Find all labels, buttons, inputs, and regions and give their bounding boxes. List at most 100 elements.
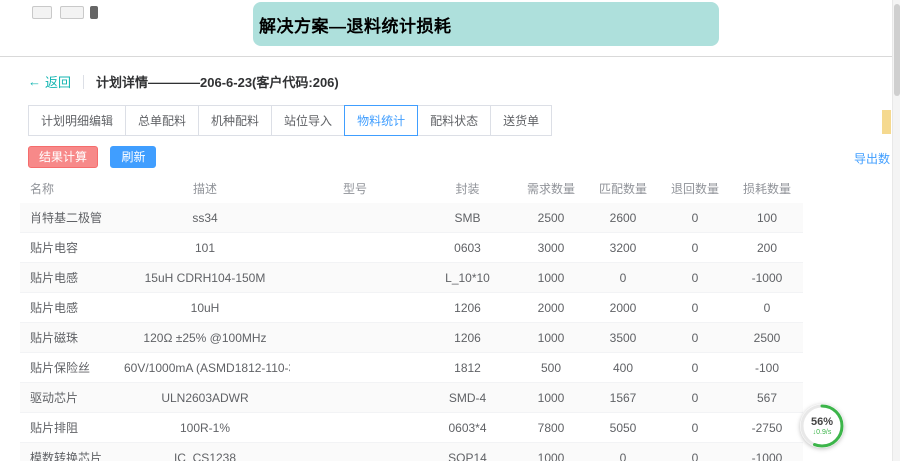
table-cell: L_10*10 — [420, 263, 515, 293]
export-link[interactable]: 导出数 — [854, 150, 890, 167]
table-cell: 1000 — [515, 443, 587, 461]
table-row[interactable]: 贴片电感15uH CDRH104-150ML_10*10100000-1000 — [20, 263, 803, 293]
title-banner: 解决方案—退料统计损耗 — [253, 2, 719, 46]
table-cell: 0 — [659, 203, 731, 233]
table-cell: 0 — [731, 293, 803, 323]
back-arrow-icon: ← — [28, 74, 41, 89]
scrollbar-thumb[interactable] — [894, 4, 900, 96]
table-cell: -1000 — [731, 263, 803, 293]
table-cell: 0 — [587, 443, 659, 461]
tab-计划明细编辑[interactable]: 计划明细编辑 — [28, 105, 126, 136]
table-cell: 0603 — [420, 233, 515, 263]
table-cell: 0603*4 — [420, 413, 515, 443]
side-marker — [882, 110, 891, 134]
table-row[interactable]: 模数转换芯片IC_CS1238SOP14100000-1000 — [20, 443, 803, 461]
table-cell: 3000 — [515, 233, 587, 263]
table-cell: ss34 — [120, 203, 290, 233]
table-cell: 0 — [659, 443, 731, 461]
table-cell: 400 — [587, 353, 659, 383]
table-row[interactable]: 贴片电容1010603300032000200 — [20, 233, 803, 263]
table-cell: 1567 — [587, 383, 659, 413]
tabs: 计划明细编辑总单配料机种配料站位导入物料统计配料状态送货单 — [28, 105, 900, 136]
table-cell: 0 — [659, 233, 731, 263]
table-cell: 0 — [659, 323, 731, 353]
tab-配料状态[interactable]: 配料状态 — [417, 105, 491, 136]
back-button[interactable]: ← 返回 — [28, 72, 71, 91]
table-cell: 1000 — [515, 383, 587, 413]
table-cell: 5050 — [587, 413, 659, 443]
window-fragment — [32, 6, 52, 19]
table-cell: 驱动芯片 — [20, 383, 120, 413]
table-cell: 贴片电感 — [20, 263, 120, 293]
tab-物料统计[interactable]: 物料统计 — [344, 105, 418, 136]
table-cell: 2600 — [587, 203, 659, 233]
progress-gauge-widget[interactable]: 56% ↓0.9/s — [799, 403, 845, 449]
table-cell: IC_CS1238 — [120, 443, 290, 461]
table-cell: 0 — [659, 383, 731, 413]
column-header: 封装 — [420, 174, 515, 203]
table-cell — [290, 293, 420, 323]
window-fragment — [90, 6, 98, 19]
table-cell — [290, 443, 420, 461]
scrollbar[interactable] — [892, 0, 900, 461]
table-cell — [290, 203, 420, 233]
table-cell: -100 — [731, 353, 803, 383]
table-cell — [290, 263, 420, 293]
table-cell: 0 — [659, 263, 731, 293]
top-strip: 解决方案—退料统计损耗 — [0, 0, 900, 57]
back-label: 返回 — [45, 72, 71, 91]
table-body: 肖特基二极管ss34SMB250026000100贴片电容101 06033000… — [20, 203, 803, 461]
refresh-button[interactable]: 刷新 — [110, 146, 156, 168]
table-cell: 567 — [731, 383, 803, 413]
column-header: 需求数量 — [515, 174, 587, 203]
breadcrumb: ← 返回 计划详情————206-6-23(客户代码:206) — [0, 58, 900, 97]
table-cell: 贴片电感 — [20, 293, 120, 323]
tab-送货单[interactable]: 送货单 — [490, 105, 552, 136]
table-row[interactable]: 贴片磁珠120Ω ±25% @100MHz12061000350002500 — [20, 323, 803, 353]
table-cell: 60V/1000mA (ASMD1812-110-33V) — [120, 353, 290, 383]
table-cell: 贴片电容 — [20, 233, 120, 263]
page-title: 计划详情————206-6-23(客户代码:206) — [96, 72, 339, 91]
table-row[interactable]: 贴片保险丝60V/1000mA (ASMD1812-110-33V)181250… — [20, 353, 803, 383]
table-row[interactable]: 贴片排阻100R-1%0603*4780050500-2750 — [20, 413, 803, 443]
column-header: 型号 — [290, 174, 420, 203]
materials-table: 名称描述型号封装需求数量匹配数量退回数量损耗数量 肖特基二极管ss34SMB25… — [20, 174, 803, 461]
table-header-row: 名称描述型号封装需求数量匹配数量退回数量损耗数量 — [20, 174, 803, 203]
table-cell — [290, 323, 420, 353]
table-cell: 1812 — [420, 353, 515, 383]
table-cell: 0 — [587, 263, 659, 293]
tab-总单配料[interactable]: 总单配料 — [125, 105, 199, 136]
table-cell — [290, 383, 420, 413]
calculate-button[interactable]: 结果计算 — [28, 146, 98, 168]
table-row[interactable]: 贴片电感10uH12062000200000 — [20, 293, 803, 323]
main-content: ← 返回 计划详情————206-6-23(客户代码:206) 计划明细编辑总单… — [0, 58, 900, 461]
table-cell: 贴片排阻 — [20, 413, 120, 443]
table-cell — [290, 413, 420, 443]
table-cell: -1000 — [731, 443, 803, 461]
table-cell: SMD-4 — [420, 383, 515, 413]
column-header: 名称 — [20, 174, 120, 203]
table-cell — [290, 233, 420, 263]
table-cell — [290, 353, 420, 383]
table-row[interactable]: 驱动芯片ULN2603ADWR SMD-4100015670567 — [20, 383, 803, 413]
column-header: 退回数量 — [659, 174, 731, 203]
tab-站位导入[interactable]: 站位导入 — [271, 105, 345, 136]
tab-机种配料[interactable]: 机种配料 — [198, 105, 272, 136]
table-cell: 0 — [659, 353, 731, 383]
table-cell: 贴片保险丝 — [20, 353, 120, 383]
table-cell: SOP14 — [420, 443, 515, 461]
table-cell: 15uH CDRH104-150M — [120, 263, 290, 293]
table-cell: 101 — [120, 233, 290, 263]
table-cell: 10uH — [120, 293, 290, 323]
banner-title: 解决方案—退料统计损耗 — [259, 12, 452, 37]
table-cell: ULN2603ADWR — [120, 383, 290, 413]
table-cell: 1206 — [420, 323, 515, 353]
column-header: 匹配数量 — [587, 174, 659, 203]
table-cell: 3500 — [587, 323, 659, 353]
column-header: 损耗数量 — [731, 174, 803, 203]
table-row[interactable]: 肖特基二极管ss34SMB250026000100 — [20, 203, 803, 233]
table-cell: 模数转换芯片 — [20, 443, 120, 461]
table-cell: 7800 — [515, 413, 587, 443]
table-cell: 3200 — [587, 233, 659, 263]
table-cell: 2500 — [731, 323, 803, 353]
